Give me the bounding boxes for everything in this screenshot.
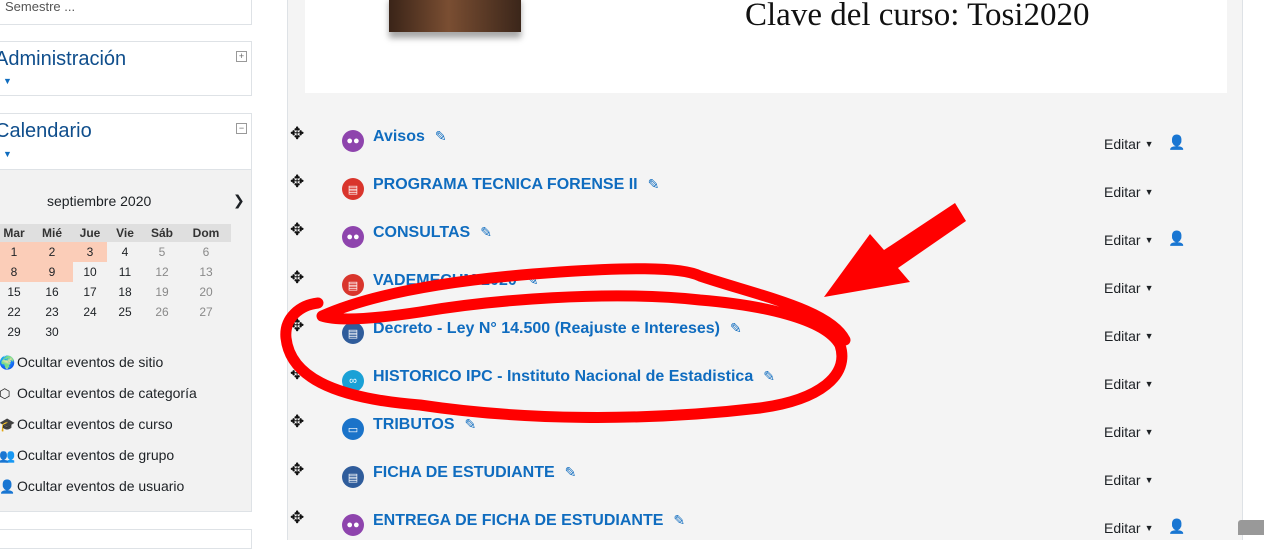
pointer-arrow-annotation: [824, 203, 966, 297]
annotation-overlay: [280, 203, 966, 423]
highlight-circle-annotation: [280, 263, 851, 423]
